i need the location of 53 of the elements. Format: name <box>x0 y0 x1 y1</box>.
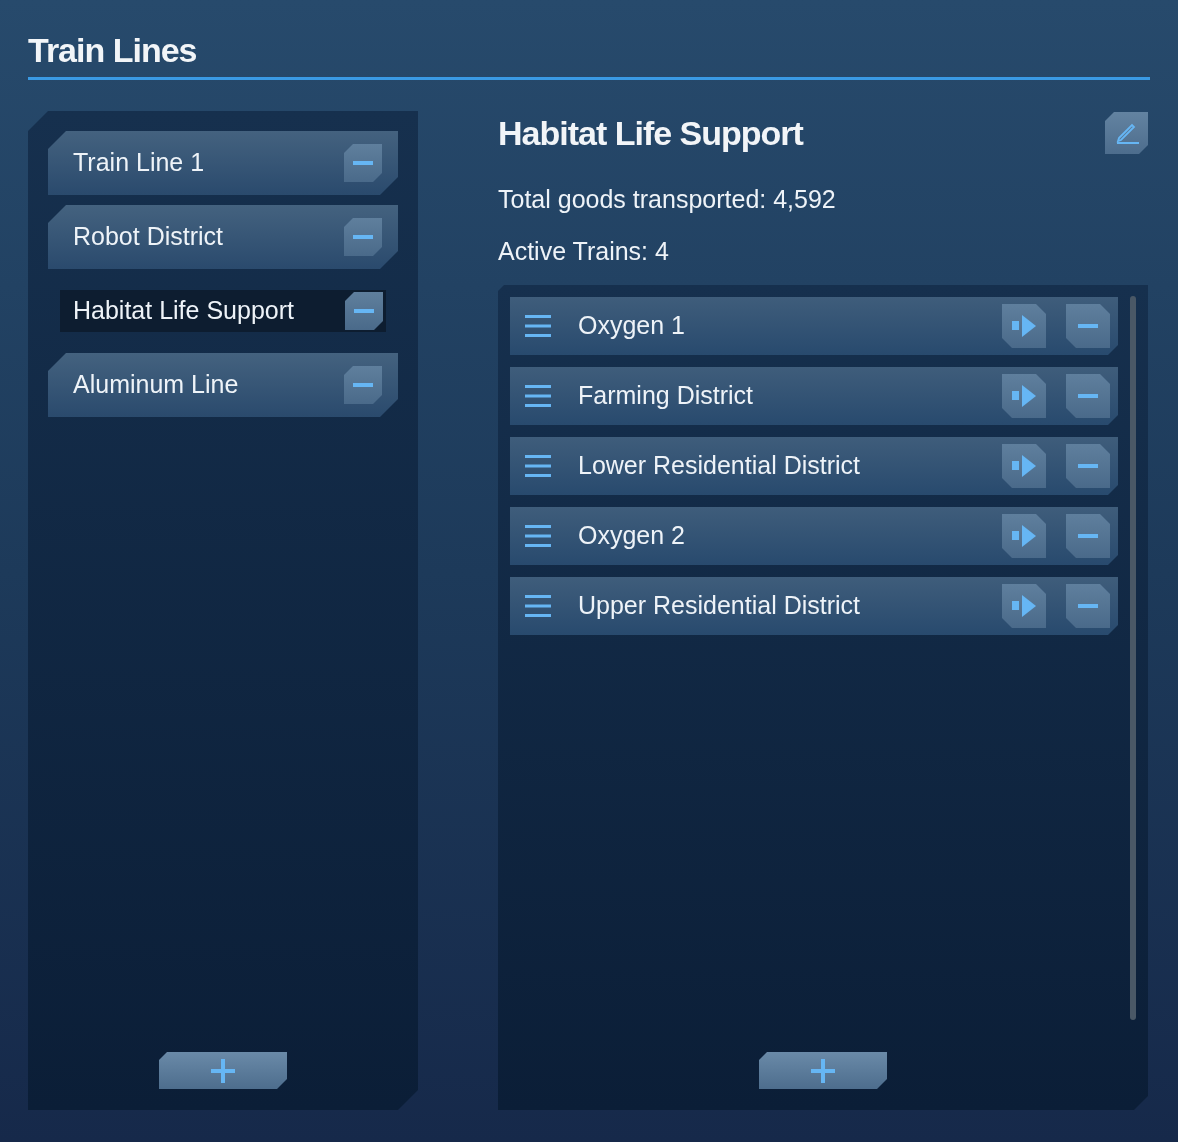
plus-icon <box>211 1058 235 1083</box>
train-line-item[interactable]: Habitat Life Support <box>60 290 386 332</box>
stop-row[interactable]: Upper Residential District <box>510 577 1118 635</box>
train-line-item[interactable]: Robot District <box>48 205 398 269</box>
menu-icon[interactable] <box>525 385 551 407</box>
menu-icon[interactable] <box>525 455 551 477</box>
minus-icon <box>1078 464 1098 468</box>
minus-icon <box>354 309 374 313</box>
stop-row[interactable]: Farming District <box>510 367 1118 425</box>
stop-row[interactable]: Oxygen 2 <box>510 507 1118 565</box>
arrow-right-icon <box>1012 385 1036 407</box>
remove-button[interactable] <box>344 366 382 404</box>
menu-icon[interactable] <box>525 525 551 547</box>
remove-button[interactable] <box>1066 514 1110 558</box>
go-to-button[interactable] <box>1002 374 1046 418</box>
plus-icon <box>811 1058 835 1083</box>
go-to-button[interactable] <box>1002 444 1046 488</box>
add-line-button[interactable] <box>159 1052 287 1089</box>
stat-text: Active Trains: 4 <box>498 236 669 266</box>
remove-button[interactable] <box>1066 444 1110 488</box>
minus-icon <box>1078 394 1098 398</box>
remove-button[interactable] <box>345 292 383 330</box>
arrow-right-icon <box>1012 455 1036 477</box>
arrow-right-icon <box>1012 315 1036 337</box>
minus-icon <box>1078 604 1098 608</box>
stop-row[interactable]: Oxygen 1 <box>510 297 1118 355</box>
edit-button[interactable] <box>1105 112 1148 154</box>
minus-icon <box>353 235 373 239</box>
remove-button[interactable] <box>1066 374 1110 418</box>
page-title: Train Lines <box>28 30 197 71</box>
remove-button[interactable] <box>1066 584 1110 628</box>
minus-icon <box>1078 534 1098 538</box>
remove-button[interactable] <box>344 218 382 256</box>
minus-icon <box>353 383 373 387</box>
stop-row[interactable]: Lower Residential District <box>510 437 1118 495</box>
arrow-right-icon <box>1012 595 1036 617</box>
minus-icon <box>1078 324 1098 328</box>
menu-icon[interactable] <box>525 595 551 617</box>
line-title: Habitat Life Support <box>498 112 803 154</box>
train-line-item[interactable]: Train Line 1 <box>48 131 398 195</box>
pencil-icon <box>1114 122 1139 144</box>
minus-icon <box>353 161 373 165</box>
arrow-right-icon <box>1012 525 1036 547</box>
go-to-button[interactable] <box>1002 584 1046 628</box>
remove-button[interactable] <box>344 144 382 182</box>
go-to-button[interactable] <box>1002 304 1046 348</box>
go-to-button[interactable] <box>1002 514 1046 558</box>
scrollbar-thumb[interactable] <box>1130 296 1136 1020</box>
add-stop-button[interactable] <box>759 1052 887 1089</box>
menu-icon[interactable] <box>525 315 551 337</box>
stat-text: Total goods transported: 4,592 <box>498 184 836 214</box>
train-line-item[interactable]: Aluminum Line <box>48 353 398 417</box>
remove-button[interactable] <box>1066 304 1110 348</box>
